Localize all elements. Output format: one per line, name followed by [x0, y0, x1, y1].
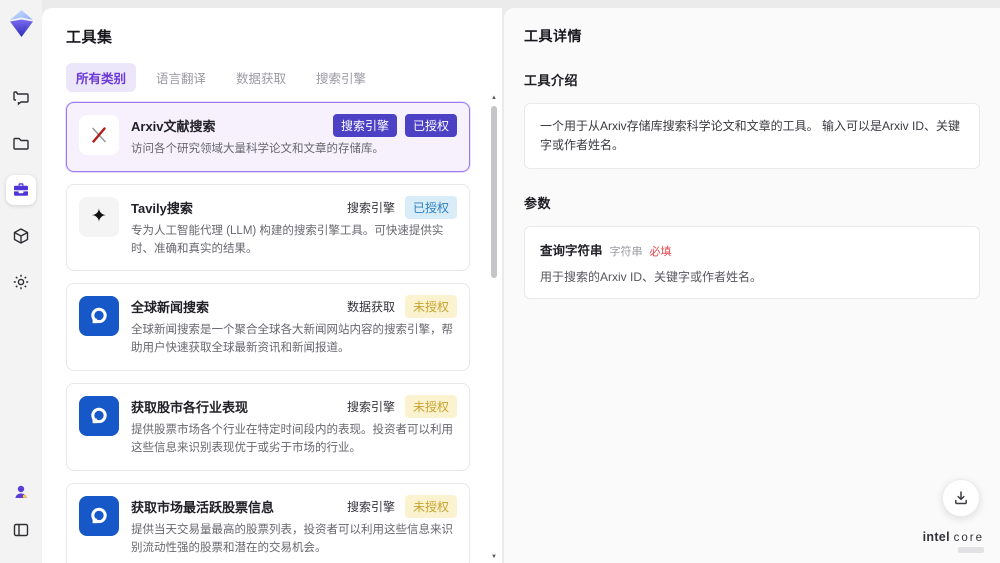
auth-badge: 未授权 [404, 494, 457, 518]
intel-core-logo: intel core [923, 530, 984, 553]
param-required-flag: 必填 [649, 246, 672, 259]
auth-badge: 未授权 [404, 295, 457, 319]
auth-badge: 已授权 [404, 114, 457, 137]
scrollbar-thumb[interactable] [491, 106, 497, 278]
page-title: 工具集 [66, 29, 113, 46]
panel-toggle-icon[interactable] [6, 515, 36, 545]
tool-description: 提供股票市场各个行业在特定时间段内的表现。投资者可以利用这些信息来识别表现优于或… [131, 424, 453, 454]
auth-badge: 未授权 [404, 395, 457, 419]
tool-card-stock-sector[interactable]: 获取股市各行业表现 提供股票市场各个行业在特定时间段内的表现。投资者可以利用这些… [66, 383, 470, 471]
tab-data-fetch[interactable]: 数据获取 [226, 63, 296, 92]
category-badge: 搜索引擎 [346, 499, 395, 514]
tool-description: 专为人工智能代理 (LLM) 构建的搜索引擎工具。可快速提供实时、准确和真实的结… [131, 224, 444, 255]
category-badge: 搜索引擎 [332, 114, 397, 137]
download-icon [955, 491, 967, 505]
param-name: 查询字符串 [540, 244, 603, 259]
tool-card-arxiv[interactable]: Arxiv文献搜索 访问各个研究领域大量科学论文和文章的存储库。 搜索引擎 已授… [66, 102, 470, 172]
intro-heading: 工具介绍 [524, 73, 579, 88]
cube-icon[interactable] [6, 221, 36, 251]
sidebar-bottom [6, 477, 36, 553]
tool-detail-panel: 工具详情 工具介绍 一个用于从Arxiv存储库搜索科学论文和文章的工具。 输入可… [504, 8, 1000, 563]
intro-box: 一个用于从Arxiv存储库搜索科学论文和文章的工具。 输入可以是Arxiv ID… [524, 103, 980, 170]
tool-card-active-stocks[interactable]: 获取市场最活跃股票信息 提供当天交易量最高的股票列表，投资者可以利用这些信息来识… [66, 482, 470, 563]
news-app-icon [79, 396, 119, 437]
category-badge: 数据获取 [346, 300, 395, 315]
sidebar-nav [6, 83, 36, 313]
param-box: 查询字符串 字符串 必填 用于搜索的Arxiv ID、关键字或作者姓名。 [524, 226, 980, 300]
left-sidebar [0, 0, 42, 563]
toolbox-icon[interactable] [6, 175, 36, 205]
param-type: 字符串 [609, 246, 643, 259]
news-app-icon [79, 296, 119, 337]
tool-list: Arxiv文献搜索 访问各个研究领域大量科学论文和文章的存储库。 搜索引擎 已授… [66, 102, 484, 563]
params-heading: 参数 [524, 196, 552, 212]
auth-badge: 已授权 [404, 195, 457, 219]
param-description: 用于搜索的Arxiv ID、关键字或作者姓名。 [540, 270, 763, 285]
tool-description: 访问各个研究领域大量科学论文和文章的存储库。 [131, 143, 384, 155]
download-button[interactable] [942, 479, 980, 517]
scroll-down-icon[interactable]: ▼ [491, 553, 497, 561]
tool-description: 提供当天交易量最高的股票列表，投资者可以利用这些信息来识别流动性强的股票和潜在的… [131, 523, 453, 554]
news-app-icon [79, 495, 119, 536]
category-tabs: 所有类别 语言翻译 数据获取 搜索引擎 [66, 63, 484, 92]
intro-text: 一个用于从Arxiv存储库搜索科学论文和文章的工具。 输入可以是Arxiv ID… [540, 119, 961, 153]
brand-badge-bar [958, 547, 984, 553]
tool-card-global-news[interactable]: 全球新闻搜索 全球新闻搜索是一个聚合全球各大新闻网站内容的搜索引擎，帮助用户快速… [66, 283, 470, 372]
gear-icon[interactable] [6, 267, 36, 297]
tavily-star-icon: ✦ [79, 196, 119, 237]
tool-description: 全球新闻搜索是一个聚合全球各大新闻网站内容的搜索引擎，帮助用户快速获取全球最新资… [131, 324, 453, 355]
folder-icon[interactable] [6, 129, 36, 159]
list-scrollbar: ▲ ▼ [489, 94, 499, 561]
tab-all-categories[interactable]: 所有类别 [66, 63, 137, 92]
scroll-up-icon[interactable]: ▲ [491, 94, 497, 102]
category-badge: 搜索引擎 [346, 400, 395, 415]
chat-icon[interactable] [6, 83, 36, 113]
tool-card-tavily[interactable]: ✦ Tavily搜索 专为人工智能代理 (LLM) 构建的搜索引擎工具。可快速提… [66, 183, 470, 272]
category-badge: 搜索引擎 [346, 200, 395, 215]
app-logo-icon [8, 9, 35, 43]
detail-title: 工具详情 [524, 28, 582, 44]
arxiv-logo-icon [79, 115, 119, 155]
tab-language-translation[interactable]: 语言翻译 [146, 63, 216, 92]
tools-panel: 工具集 所有类别 语言翻译 数据获取 搜索引擎 Arxiv文献搜索 访问各个研究… [42, 8, 502, 563]
user-icon[interactable] [6, 477, 36, 507]
tab-search-engine[interactable]: 搜索引擎 [306, 63, 376, 92]
